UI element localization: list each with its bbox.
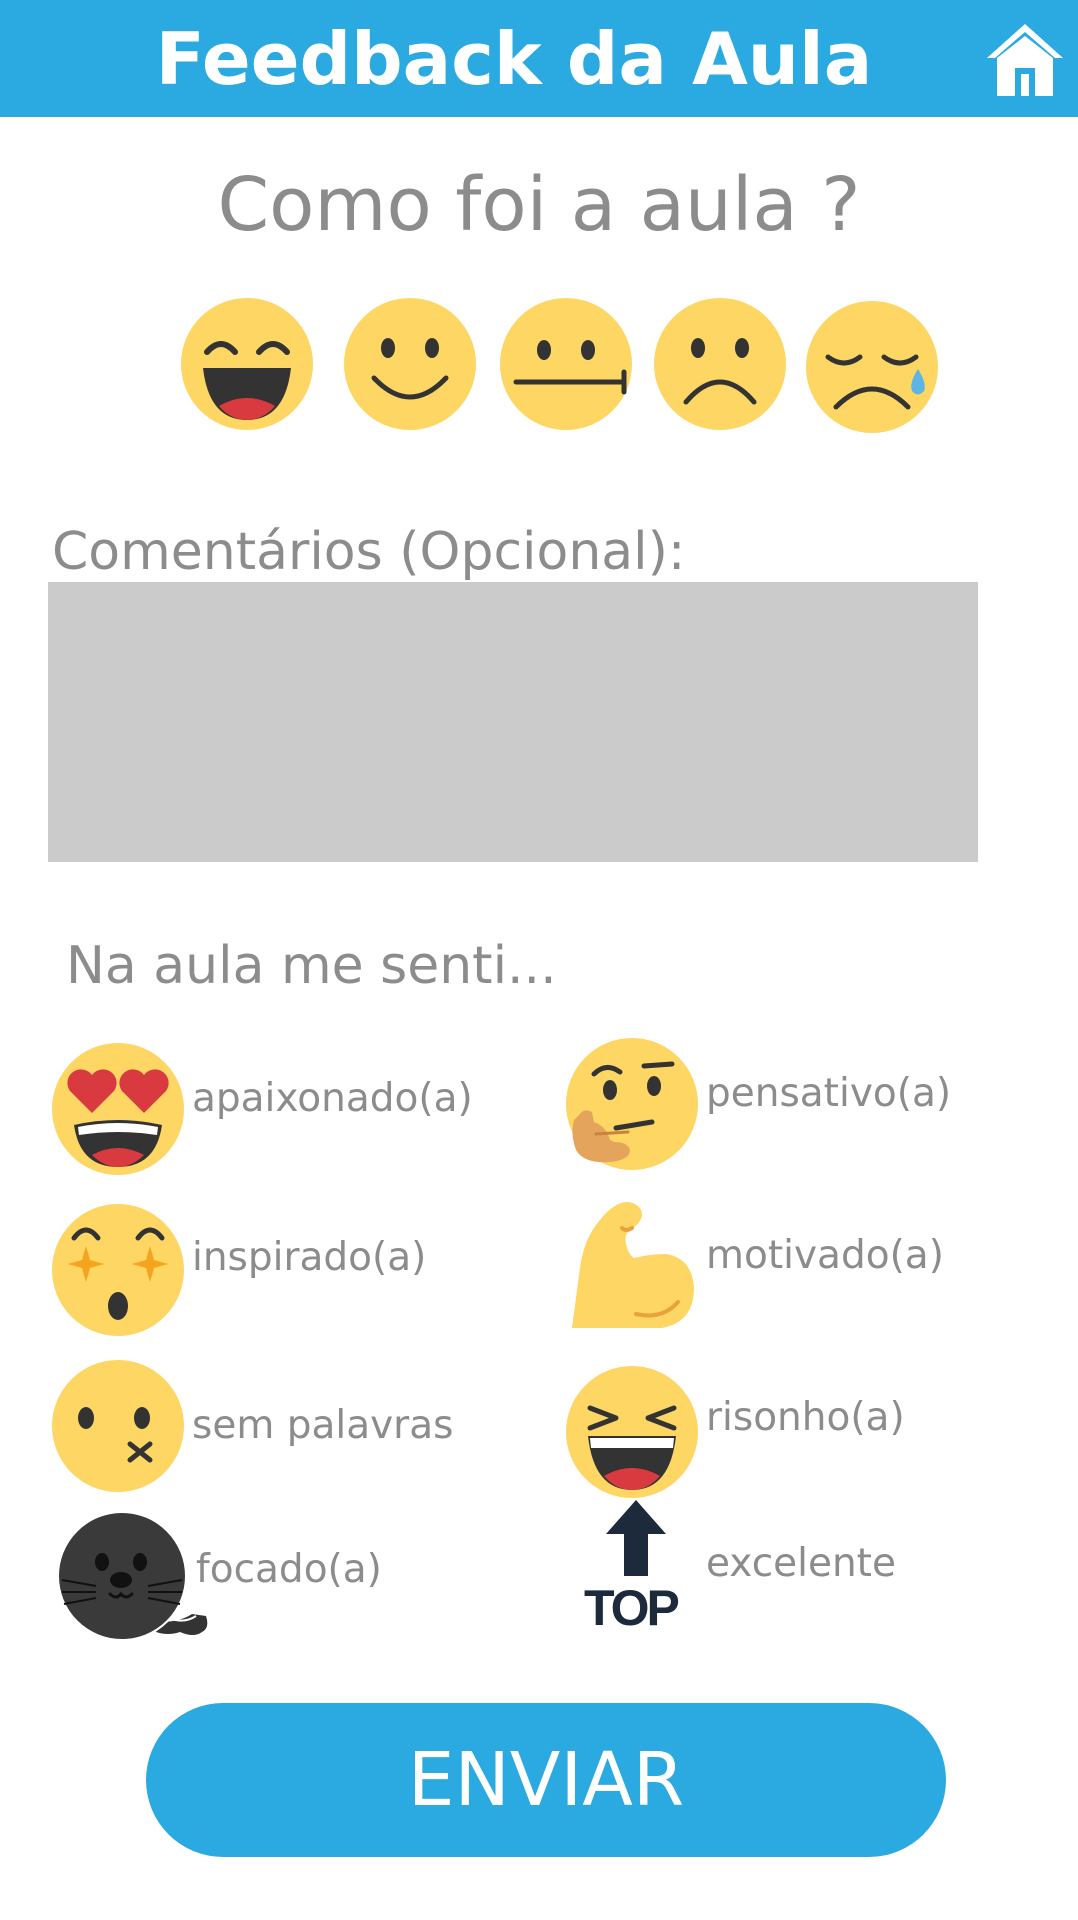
feeling-label: motivado(a) bbox=[706, 1233, 944, 1278]
feeling-option-apaixonado[interactable]: apaixonado(a) bbox=[52, 1043, 492, 1175]
zipped-mouth-icon bbox=[52, 1360, 184, 1492]
feeling-label: sem palavras bbox=[192, 1403, 454, 1448]
crying-face-icon[interactable] bbox=[806, 301, 938, 433]
comments-textarea[interactable] bbox=[48, 582, 978, 862]
heart-eyes-icon bbox=[52, 1043, 184, 1175]
feelings-label: Na aula me senti... bbox=[66, 936, 557, 996]
feeling-label: focado(a) bbox=[196, 1547, 382, 1592]
thinking-face-icon bbox=[566, 1038, 698, 1170]
page-title: Feedback da Aula bbox=[155, 17, 873, 101]
grinning-face-icon[interactable] bbox=[181, 298, 313, 430]
home-icon[interactable] bbox=[985, 22, 1065, 98]
flexed-biceps-icon bbox=[572, 1202, 694, 1328]
top-badge-text: TOP bbox=[584, 1580, 680, 1636]
seal-icon bbox=[57, 1511, 208, 1641]
star-struck-icon bbox=[52, 1204, 184, 1336]
feeling-option-focado[interactable]: focado(a) bbox=[56, 1510, 496, 1642]
feeling-option-risonho[interactable]: risonho(a) bbox=[566, 1366, 1006, 1498]
submit-button[interactable]: ENVIAR bbox=[146, 1703, 946, 1857]
feeling-option-inspirado[interactable]: inspirado(a) bbox=[52, 1204, 492, 1336]
feeling-label: risonho(a) bbox=[706, 1395, 905, 1440]
feeling-option-motivado[interactable]: motivado(a) bbox=[566, 1198, 1006, 1330]
feeling-label: pensativo(a) bbox=[706, 1071, 952, 1116]
feeling-option-excelente[interactable]: TOP excelente bbox=[566, 1500, 1006, 1636]
top-arrow-icon: TOP bbox=[566, 1500, 698, 1636]
feeling-option-sem-palavras[interactable]: sem palavras bbox=[52, 1360, 492, 1492]
feeling-label: excelente bbox=[706, 1541, 896, 1586]
feeling-label: apaixonado(a) bbox=[192, 1076, 473, 1121]
laughing-face-icon bbox=[566, 1366, 698, 1498]
rating-question: Como foi a aula ? bbox=[217, 162, 861, 248]
feeling-option-pensativo[interactable]: pensativo(a) bbox=[566, 1038, 1006, 1170]
feeling-label: inspirado(a) bbox=[192, 1235, 427, 1280]
frowning-face-icon[interactable] bbox=[654, 298, 786, 430]
neutral-face-icon[interactable] bbox=[500, 298, 632, 430]
comments-label: Comentários (Opcional): bbox=[52, 522, 686, 582]
smiling-face-icon[interactable] bbox=[344, 298, 476, 430]
app-header: Feedback da Aula bbox=[0, 0, 1078, 117]
